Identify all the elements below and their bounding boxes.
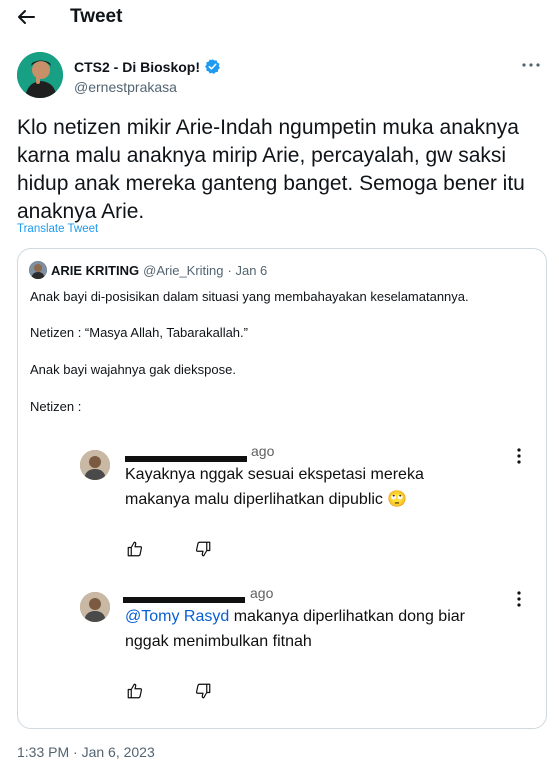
header-bar: Tweet — [0, 0, 559, 34]
page-title: Tweet — [70, 6, 123, 27]
comment-time: ago — [250, 585, 274, 601]
commenter-avatar — [80, 450, 110, 480]
embedded-comments-image: ago Kayaknya nggak sesuai ekspetasi mere… — [70, 439, 540, 719]
translate-tweet-link[interactable]: Translate Tweet — [17, 223, 98, 235]
dislike-icon[interactable] — [194, 540, 212, 558]
quoted-author-avatar — [29, 261, 47, 279]
quoted-text-line: Anak bayi di-posisikan dalam situasi yan… — [30, 289, 469, 304]
quoted-text-line: Anak bayi wajahnya gak diekspose. — [30, 362, 236, 377]
comment-more-icon[interactable] — [516, 447, 522, 465]
like-icon[interactable] — [126, 682, 144, 700]
quoted-text-line: Netizen : — [30, 399, 82, 414]
dislike-icon[interactable] — [194, 682, 212, 700]
comment-mention: @Tomy Rasyd — [125, 608, 230, 625]
quoted-author-handle: @Arie_Kriting — [143, 262, 224, 278]
commenter-avatar — [80, 592, 110, 622]
verified-badge-icon — [204, 58, 221, 75]
quoted-author-name: ARIE KRITING — [51, 262, 140, 278]
quoted-text-line: Netizen : “Masya Allah, Tabarakallah.” — [30, 325, 248, 340]
comment-text-line: makanya malu diperlihatkan dipublic 🙄 — [125, 491, 408, 508]
tweet-author: CTS2 - Di Bioskop! @ernestprakasa — [17, 52, 542, 100]
quoted-tweet[interactable]: ARIE KRITING @Arie_Kriting · Jan 6 Anak … — [17, 248, 547, 729]
comment-text-line: @Tomy Rasyd makanya diperlihatkan dong b… — [125, 608, 465, 625]
redacted-username — [123, 597, 245, 603]
back-arrow-icon[interactable] — [14, 6, 40, 28]
quoted-tweet-header: ARIE KRITING @Arie_Kriting · Jan 6 — [29, 261, 267, 279]
author-name-row[interactable]: CTS2 - Di Bioskop! — [74, 58, 221, 75]
comment-text-line: Kayaknya nggak sesuai ekspetasi mereka — [125, 466, 424, 483]
comment-time: ago — [251, 443, 275, 459]
like-icon[interactable] — [126, 540, 144, 558]
author-handle[interactable]: @ernestprakasa — [74, 79, 177, 95]
quoted-tweet-date: · Jan 6 — [227, 262, 268, 278]
tweet-timestamp[interactable]: 1:33 PM · Jan 6, 2023 — [17, 744, 155, 760]
author-name[interactable]: CTS2 - Di Bioskop! — [74, 59, 200, 75]
author-avatar[interactable] — [17, 52, 63, 98]
comment-more-icon[interactable] — [516, 590, 522, 608]
comment-text-line: nggak menimbulkan fitnah — [125, 633, 312, 650]
more-options-icon[interactable] — [520, 58, 542, 72]
tweet-text: Klo netizen mikir Arie-Indah ngumpetin m… — [17, 116, 525, 223]
rolling-eyes-emoji: 🙄 — [387, 491, 408, 508]
